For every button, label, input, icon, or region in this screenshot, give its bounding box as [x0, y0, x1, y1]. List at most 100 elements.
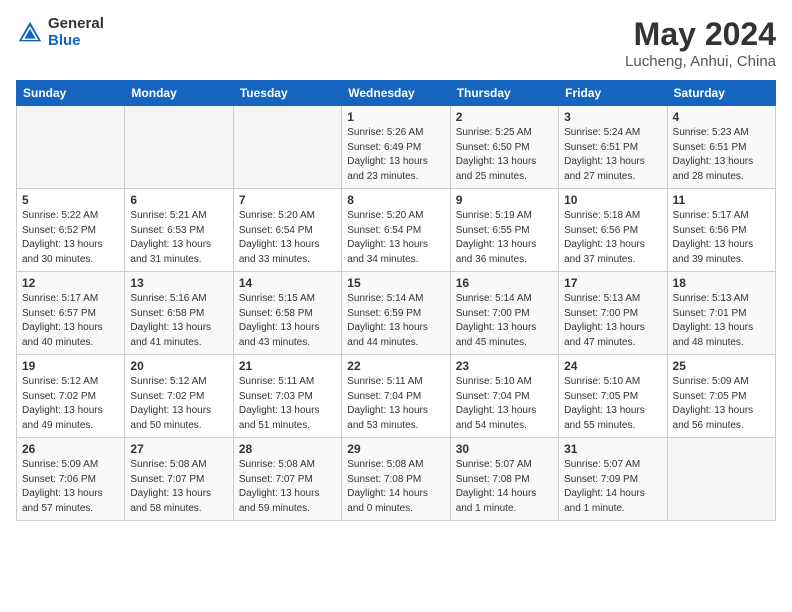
day-number: 26 [22, 442, 119, 456]
day-info: Sunrise: 5:07 AMSunset: 7:08 PMDaylight:… [456, 458, 553, 516]
day-info: Sunrise: 5:16 AMSunset: 6:58 PMDaylight:… [130, 292, 227, 350]
calendar-cell [667, 438, 775, 521]
day-number: 13 [130, 276, 227, 290]
calendar-cell: 14 Sunrise: 5:15 AMSunset: 6:58 PMDayligh… [233, 272, 341, 355]
calendar-cell: 11 Sunrise: 5:17 AMSunset: 6:56 PMDayligh… [667, 189, 775, 272]
day-info: Sunrise: 5:11 AMSunset: 7:04 PMDaylight:… [347, 375, 444, 433]
calendar-week-row: 1Sunrise: 5:26 AMSunset: 6:49 PMDaylight… [17, 106, 776, 189]
day-info: Sunrise: 5:23 AMSunset: 6:51 PMDaylight:… [673, 126, 770, 184]
day-info: Sunrise: 5:07 AMSunset: 7:09 PMDaylight:… [564, 458, 661, 516]
title-block: May 2024 Lucheng, Anhui, China [625, 16, 776, 70]
calendar-cell: 10 Sunrise: 5:18 AMSunset: 6:56 PMDayligh… [559, 189, 667, 272]
day-info: Sunrise: 5:18 AMSunset: 6:56 PMDaylight:… [564, 209, 661, 267]
day-info: Sunrise: 5:12 AMSunset: 7:02 PMDaylight:… [130, 375, 227, 433]
calendar-cell: 31 Sunrise: 5:07 AMSunset: 7:09 PMDayligh… [559, 438, 667, 521]
day-number: 29 [347, 442, 444, 456]
calendar-cell: 26 Sunrise: 5:09 AMSunset: 7:06 PMDayligh… [17, 438, 125, 521]
day-info: Sunrise: 5:12 AMSunset: 7:02 PMDaylight:… [22, 375, 119, 433]
day-info: Sunrise: 5:20 AMSunset: 6:54 PMDaylight:… [347, 209, 444, 267]
day-number: 6 [130, 193, 227, 207]
calendar-header: SundayMondayTuesdayWednesdayThursdayFrid… [17, 81, 776, 106]
day-info: Sunrise: 5:10 AMSunset: 7:05 PMDaylight:… [564, 375, 661, 433]
day-info: Sunrise: 5:25 AMSunset: 6:50 PMDaylight:… [456, 126, 553, 184]
calendar-cell: 5 Sunrise: 5:22 AMSunset: 6:52 PMDaylight… [17, 189, 125, 272]
calendar-cell: 9Sunrise: 5:19 AMSunset: 6:55 PMDaylight… [450, 189, 558, 272]
calendar-cell: 24 Sunrise: 5:10 AMSunset: 7:05 PMDayligh… [559, 355, 667, 438]
day-info: Sunrise: 5:08 AMSunset: 7:07 PMDaylight:… [239, 458, 336, 516]
logo-icon [16, 19, 44, 47]
calendar-cell [125, 106, 233, 189]
calendar-week-row: 12 Sunrise: 5:17 AMSunset: 6:57 PMDayligh… [17, 272, 776, 355]
day-number: 15 [347, 276, 444, 290]
calendar-cell: 7 Sunrise: 5:20 AMSunset: 6:54 PMDaylight… [233, 189, 341, 272]
day-info: Sunrise: 5:08 AMSunset: 7:07 PMDaylight:… [130, 458, 227, 516]
logo: General Blue [16, 16, 104, 49]
day-info: Sunrise: 5:09 AMSunset: 7:06 PMDaylight:… [22, 458, 119, 516]
calendar-cell: 28 Sunrise: 5:08 AMSunset: 7:07 PMDayligh… [233, 438, 341, 521]
day-info: Sunrise: 5:13 AMSunset: 7:01 PMDaylight:… [673, 292, 770, 350]
calendar-cell [233, 106, 341, 189]
day-number: 10 [564, 193, 661, 207]
page-header: General Blue May 2024 Lucheng, Anhui, Ch… [16, 16, 776, 70]
day-number: 24 [564, 359, 661, 373]
day-info: Sunrise: 5:24 AMSunset: 6:51 PMDaylight:… [564, 126, 661, 184]
day-number: 9 [456, 193, 553, 207]
weekday-header: Thursday [450, 81, 558, 106]
day-info: Sunrise: 5:08 AMSunset: 7:08 PMDaylight:… [347, 458, 444, 516]
calendar-cell: 20 Sunrise: 5:12 AMSunset: 7:02 PMDayligh… [125, 355, 233, 438]
logo-blue: Blue [48, 33, 104, 50]
calendar-cell: 19 Sunrise: 5:12 AMSunset: 7:02 PMDayligh… [17, 355, 125, 438]
day-number: 14 [239, 276, 336, 290]
day-info: Sunrise: 5:20 AMSunset: 6:54 PMDaylight:… [239, 209, 336, 267]
day-number: 11 [673, 193, 770, 207]
calendar-table: SundayMondayTuesdayWednesdayThursdayFrid… [16, 80, 776, 521]
day-number: 5 [22, 193, 119, 207]
calendar-cell: 25 Sunrise: 5:09 AMSunset: 7:05 PMDayligh… [667, 355, 775, 438]
day-number: 7 [239, 193, 336, 207]
day-info: Sunrise: 5:15 AMSunset: 6:58 PMDaylight:… [239, 292, 336, 350]
day-number: 20 [130, 359, 227, 373]
day-number: 12 [22, 276, 119, 290]
location: Lucheng, Anhui, China [625, 53, 776, 70]
calendar-cell: 1Sunrise: 5:26 AMSunset: 6:49 PMDaylight… [342, 106, 450, 189]
calendar-cell: 17 Sunrise: 5:13 AMSunset: 7:00 PMDayligh… [559, 272, 667, 355]
day-number: 4 [673, 110, 770, 124]
calendar-cell: 4 Sunrise: 5:23 AMSunset: 6:51 PMDaylight… [667, 106, 775, 189]
weekday-header: Tuesday [233, 81, 341, 106]
day-info: Sunrise: 5:13 AMSunset: 7:00 PMDaylight:… [564, 292, 661, 350]
day-info: Sunrise: 5:14 AMSunset: 7:00 PMDaylight:… [456, 292, 553, 350]
day-number: 31 [564, 442, 661, 456]
day-number: 3 [564, 110, 661, 124]
day-number: 23 [456, 359, 553, 373]
day-info: Sunrise: 5:14 AMSunset: 6:59 PMDaylight:… [347, 292, 444, 350]
day-info: Sunrise: 5:17 AMSunset: 6:57 PMDaylight:… [22, 292, 119, 350]
calendar-cell: 2Sunrise: 5:25 AMSunset: 6:50 PMDaylight… [450, 106, 558, 189]
logo-text: General Blue [48, 16, 104, 49]
day-info: Sunrise: 5:22 AMSunset: 6:52 PMDaylight:… [22, 209, 119, 267]
calendar-cell: 29 Sunrise: 5:08 AMSunset: 7:08 PMDayligh… [342, 438, 450, 521]
day-number: 1 [347, 110, 444, 124]
day-number: 21 [239, 359, 336, 373]
weekday-header: Monday [125, 81, 233, 106]
day-info: Sunrise: 5:09 AMSunset: 7:05 PMDaylight:… [673, 375, 770, 433]
day-number: 28 [239, 442, 336, 456]
day-number: 17 [564, 276, 661, 290]
calendar-cell: 23Sunrise: 5:10 AMSunset: 7:04 PMDayligh… [450, 355, 558, 438]
day-number: 18 [673, 276, 770, 290]
calendar-cell: 16Sunrise: 5:14 AMSunset: 7:00 PMDayligh… [450, 272, 558, 355]
calendar-cell [17, 106, 125, 189]
day-info: Sunrise: 5:17 AMSunset: 6:56 PMDaylight:… [673, 209, 770, 267]
weekday-row: SundayMondayTuesdayWednesdayThursdayFrid… [17, 81, 776, 106]
calendar-cell: 8Sunrise: 5:20 AMSunset: 6:54 PMDaylight… [342, 189, 450, 272]
day-number: 19 [22, 359, 119, 373]
weekday-header: Saturday [667, 81, 775, 106]
calendar-cell: 22Sunrise: 5:11 AMSunset: 7:04 PMDayligh… [342, 355, 450, 438]
calendar-cell: 13 Sunrise: 5:16 AMSunset: 6:58 PMDayligh… [125, 272, 233, 355]
day-info: Sunrise: 5:21 AMSunset: 6:53 PMDaylight:… [130, 209, 227, 267]
weekday-header: Wednesday [342, 81, 450, 106]
day-number: 25 [673, 359, 770, 373]
calendar-cell: 6 Sunrise: 5:21 AMSunset: 6:53 PMDaylight… [125, 189, 233, 272]
calendar-week-row: 26 Sunrise: 5:09 AMSunset: 7:06 PMDayligh… [17, 438, 776, 521]
calendar-week-row: 19 Sunrise: 5:12 AMSunset: 7:02 PMDayligh… [17, 355, 776, 438]
logo-general: General [48, 16, 104, 33]
